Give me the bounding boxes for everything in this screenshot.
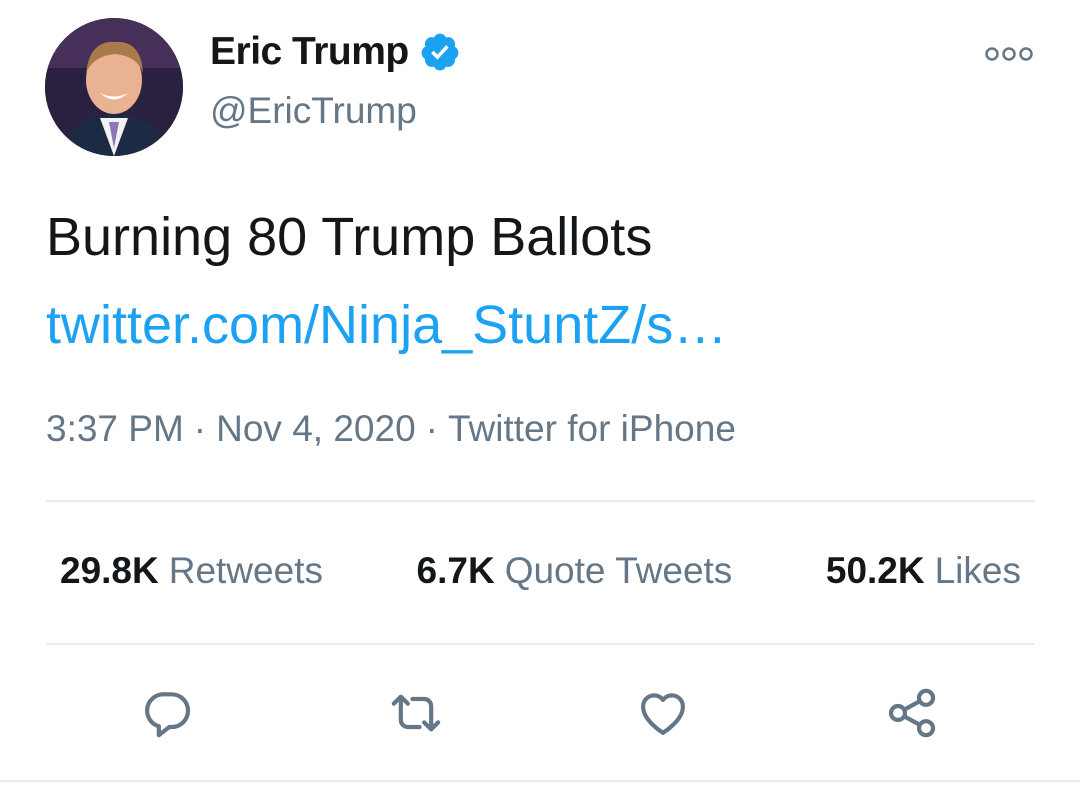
- tweet-link[interactable]: twitter.com/Ninja_StuntZ/s…: [46, 294, 727, 356]
- retweet-button[interactable]: [388, 685, 444, 741]
- retweets-stat[interactable]: 29.8K Retweets: [46, 550, 337, 592]
- retweets-label: Retweets: [168, 550, 323, 591]
- tweet-meta: 3:37 PM · Nov 4, 2020 · Twitter for iPhone: [46, 408, 736, 450]
- likes-count: 50.2K: [825, 550, 925, 591]
- verified-badge-icon: [421, 33, 459, 71]
- quote-tweets-count: 6.7K: [416, 550, 495, 591]
- more-options-icon[interactable]: [984, 42, 1034, 66]
- avatar[interactable]: [45, 18, 183, 156]
- likes-stat[interactable]: 50.2K Likes: [812, 550, 1035, 592]
- reply-icon: [145, 692, 191, 738]
- like-button[interactable]: [635, 685, 691, 741]
- user-handle[interactable]: @EricTrump: [210, 90, 417, 132]
- reply-button[interactable]: [139, 685, 195, 741]
- share-button[interactable]: [884, 685, 940, 741]
- tweet-date[interactable]: Nov 4, 2020: [216, 408, 416, 449]
- divider: [0, 780, 1080, 782]
- meta-separator: ·: [193, 408, 207, 449]
- tweet-text: Burning 80 Trump Ballots: [46, 207, 653, 267]
- action-bar: [0, 685, 1080, 741]
- like-icon: [641, 693, 685, 735]
- quote-tweets-label: Quote Tweets: [504, 550, 733, 591]
- tweet-stats: 29.8K Retweets 6.7K Quote Tweets 50.2K Like…: [46, 550, 1035, 592]
- meta-separator: ·: [425, 408, 438, 449]
- tweet-source[interactable]: Twitter for iPhone: [448, 408, 736, 449]
- divider: [46, 500, 1035, 502]
- divider: [46, 643, 1035, 645]
- tweet-time[interactable]: 3:37 PM: [46, 408, 184, 449]
- share-icon: [888, 688, 936, 738]
- likes-label: Likes: [934, 550, 1021, 591]
- display-name[interactable]: Eric Trump: [210, 30, 409, 74]
- retweets-count: 29.8K: [60, 550, 159, 591]
- retweet-icon: [391, 694, 441, 732]
- quote-tweets-stat[interactable]: 6.7K Quote Tweets: [403, 550, 747, 592]
